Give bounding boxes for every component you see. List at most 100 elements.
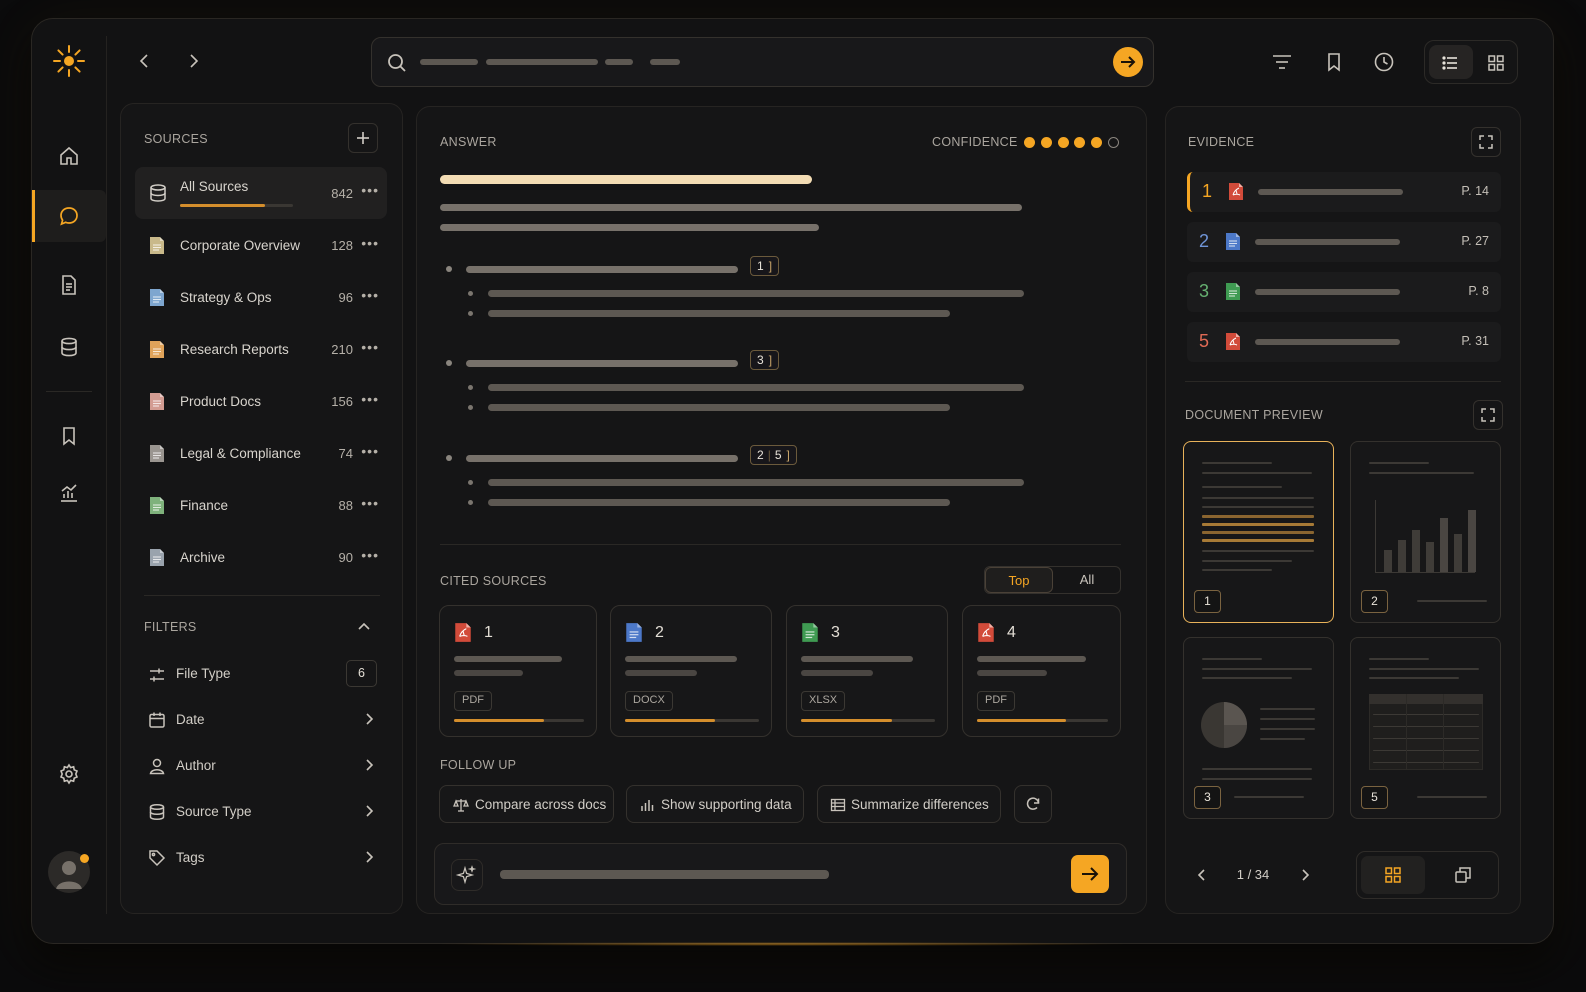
- source-item[interactable]: Product Docs 156 •••: [135, 375, 387, 427]
- more-icon[interactable]: •••: [361, 547, 379, 563]
- evidence-item[interactable]: 3 P. 8: [1187, 272, 1501, 312]
- grid-icon: [1385, 867, 1401, 883]
- document-icon[interactable]: [58, 274, 80, 296]
- source-item[interactable]: Strategy & Ops 96 •••: [135, 271, 387, 323]
- settings-icon[interactable]: [58, 763, 80, 785]
- source-item[interactable]: Finance 88 •••: [135, 479, 387, 531]
- source-item[interactable]: Corporate Overview 128 •••: [135, 219, 387, 271]
- ask-input[interactable]: [434, 843, 1127, 905]
- send-button[interactable]: [1071, 855, 1109, 893]
- source-item[interactable]: Research Reports 210 •••: [135, 323, 387, 375]
- search-bar[interactable]: [371, 37, 1154, 87]
- evidence-item[interactable]: 1 P. 14: [1187, 172, 1501, 212]
- source-item[interactable]: Archive 90 •••: [135, 531, 387, 583]
- chat-icon[interactable]: [58, 205, 80, 227]
- prev-page-icon[interactable]: [1194, 867, 1210, 883]
- filter-source-type[interactable]: Source Type: [146, 798, 384, 828]
- source-name: Corporate Overview: [180, 238, 301, 253]
- chevron-right-icon: [362, 758, 376, 772]
- confidence-rating: [1024, 137, 1124, 149]
- more-icon[interactable]: •••: [361, 235, 379, 251]
- refresh-suggestions-button[interactable]: [1014, 785, 1052, 823]
- follow-up-title: FOLLOW UP: [440, 758, 517, 772]
- database-icon: [148, 183, 168, 203]
- cited-source-card[interactable]: 1 PDF: [439, 605, 597, 737]
- analytics-icon[interactable]: [58, 482, 80, 504]
- answer-divider: [440, 544, 1121, 545]
- bookmark-icon[interactable]: [1323, 51, 1345, 73]
- preview-thumbnail-2[interactable]: 2: [1350, 441, 1501, 623]
- compare-across-docs-button[interactable]: Compare across docs: [439, 785, 614, 823]
- more-icon[interactable]: •••: [361, 182, 379, 198]
- tab-top[interactable]: Top: [985, 567, 1053, 593]
- home-icon[interactable]: [58, 145, 80, 167]
- citation-badge[interactable]: 2 | 5]: [750, 445, 797, 465]
- cited-source-card[interactable]: 3 XLSX: [786, 605, 948, 737]
- view-toggle: [1424, 40, 1518, 84]
- list-view-icon[interactable]: [1441, 54, 1459, 72]
- relevance-fill: [801, 719, 892, 722]
- citation-badge[interactable]: 1]: [750, 256, 780, 276]
- more-icon[interactable]: •••: [361, 495, 379, 511]
- citation-badge[interactable]: 3]: [750, 350, 780, 370]
- grid-mode-button[interactable]: [1361, 856, 1425, 894]
- folder-document-icon: [149, 392, 165, 411]
- pdf-file-icon: [1228, 182, 1244, 201]
- evidence-title-line: [1255, 239, 1400, 245]
- relevance-fill: [977, 719, 1066, 722]
- search-placeholder-line: [420, 59, 478, 65]
- add-source-button[interactable]: [348, 123, 378, 153]
- filter-icon[interactable]: [1271, 51, 1293, 73]
- answer-bullet-line: [466, 266, 738, 273]
- next-page-icon[interactable]: [1297, 867, 1313, 883]
- tab-all[interactable]: All: [1053, 567, 1121, 593]
- sub-bullet-dot: [468, 480, 473, 485]
- filter-file-type[interactable]: File Type 6: [146, 660, 384, 690]
- evidence-page: P. 27: [1461, 234, 1489, 248]
- filter-author[interactable]: Author: [146, 752, 384, 782]
- sliders-icon: [148, 666, 166, 684]
- source-name: Research Reports: [180, 342, 289, 357]
- preview-thumbnail-3[interactable]: 3: [1183, 637, 1334, 819]
- sparkle-icon[interactable]: [451, 859, 483, 891]
- bookmark-icon[interactable]: [58, 425, 80, 447]
- source-item-all[interactable]: All Sources 842 •••: [135, 167, 387, 219]
- summarize-differences-button[interactable]: Summarize differences: [817, 785, 1001, 823]
- database-icon[interactable]: [58, 336, 80, 358]
- more-icon[interactable]: •••: [361, 287, 379, 303]
- answer-headline-line: [440, 175, 812, 184]
- sub-bullet-dot: [468, 405, 473, 410]
- relevance-track: [625, 719, 759, 722]
- filter-tags[interactable]: Tags: [146, 844, 384, 874]
- answer-bullet-line: [466, 360, 738, 367]
- forward-icon[interactable]: [184, 52, 202, 70]
- chip-label: Compare across docs: [475, 797, 607, 812]
- history-icon[interactable]: [1373, 51, 1395, 73]
- back-icon[interactable]: [136, 52, 154, 70]
- cited-source-card[interactable]: 4 PDF: [962, 605, 1121, 737]
- preview-thumbnail-5[interactable]: 5: [1350, 637, 1501, 819]
- more-icon[interactable]: •••: [361, 391, 379, 407]
- show-supporting-data-button[interactable]: Show supporting data: [626, 785, 804, 823]
- evidence-item[interactable]: 2 P. 27: [1187, 222, 1501, 262]
- confidence-label: CONFIDENCE: [932, 135, 1018, 149]
- expand-evidence-button[interactable]: [1471, 127, 1501, 157]
- evidence-item[interactable]: 5 P. 31: [1187, 322, 1501, 362]
- preview-thumbnail-1[interactable]: 1: [1183, 441, 1334, 623]
- overlay-mode-button[interactable]: [1431, 856, 1495, 894]
- filter-date[interactable]: Date: [146, 706, 384, 736]
- search-submit-button[interactable]: [1113, 47, 1143, 77]
- cited-source-card[interactable]: 2 DOCX: [610, 605, 772, 737]
- card-subtitle-line: [454, 670, 523, 676]
- grid-view-icon[interactable]: [1487, 54, 1505, 72]
- source-name: Product Docs: [180, 394, 262, 409]
- citation-number: 2: [757, 448, 764, 462]
- more-icon[interactable]: •••: [361, 339, 379, 355]
- source-count: 156: [331, 394, 353, 409]
- more-icon[interactable]: •••: [361, 443, 379, 459]
- card-title-line: [801, 656, 913, 662]
- source-item[interactable]: Legal & Compliance 74 •••: [135, 427, 387, 479]
- expand-preview-button[interactable]: [1473, 400, 1503, 430]
- chevron-up-icon[interactable]: [356, 619, 372, 635]
- window-glow: [432, 942, 1132, 946]
